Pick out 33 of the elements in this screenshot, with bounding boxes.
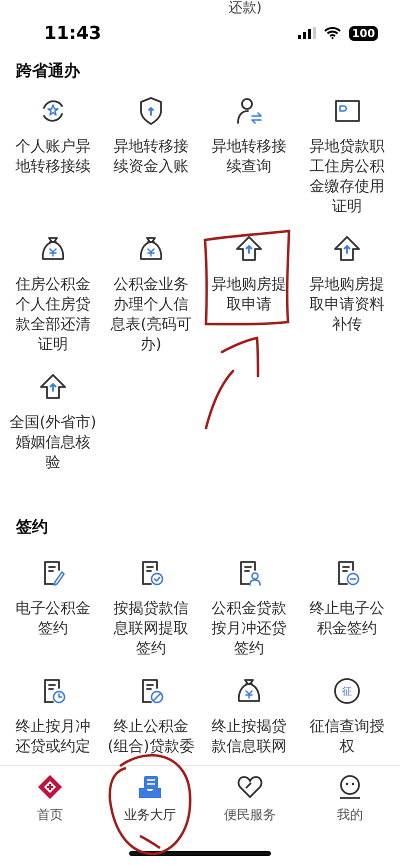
section-title: 跨省通办	[15, 60, 82, 82]
signal-icon	[298, 27, 316, 39]
service-label[interactable]: 终止公积金(组合)贷款委	[107, 716, 195, 756]
service-label[interactable]: 征信查询授权	[303, 716, 391, 756]
wifi-icon	[324, 27, 342, 39]
service-label[interactable]: 终止按揭贷款信息联网	[205, 716, 293, 756]
tab[interactable]: 便民服务	[200, 774, 300, 828]
tab[interactable]: 我的	[300, 774, 400, 828]
service-label[interactable]: 公积金贷款按月冲还贷签约	[205, 598, 293, 658]
heart-icon	[237, 774, 263, 800]
section-title: 签约	[15, 516, 49, 538]
service-label[interactable]: 全国(外省市)婚姻信息核验	[9, 412, 97, 472]
battery-level: 100	[349, 26, 378, 40]
service-label[interactable]: 异地转移接续资金入账	[107, 136, 195, 176]
tab[interactable]: 业务大厅	[100, 774, 200, 828]
service-label[interactable]: 电子公积金签约	[9, 598, 97, 638]
service-label[interactable]: 异地购房提取申请资料补传	[303, 274, 391, 334]
service-label[interactable]: 终止按月冲还贷或约定	[9, 716, 97, 756]
service-label[interactable]: 公积金业务办理个人信息表(亮码可办)	[107, 274, 195, 354]
inbox-icon	[137, 774, 163, 800]
smiley-icon	[337, 774, 363, 800]
service-label[interactable]: 异地转移接续查询	[205, 136, 293, 176]
status-time: 11:43	[44, 22, 102, 46]
service-label[interactable]: 按揭贷款信息联网提取签约	[107, 598, 195, 658]
service-label[interactable]: 住房公积金个人住房贷款全部还清证明	[9, 274, 97, 354]
service-label[interactable]: 异地贷款职工住房公积金缴存使用证明	[303, 136, 391, 216]
logo-icon	[37, 774, 63, 800]
service-label[interactable]: 终止电子公积金签约	[303, 598, 391, 638]
tab[interactable]: 首页	[0, 774, 100, 828]
scrolled-text: 还款)	[227, 0, 263, 16]
service-label[interactable]: 个人账户异地转移接续	[9, 136, 97, 176]
service-label[interactable]: 异地购房提取申请	[205, 274, 293, 314]
home-indicator[interactable]	[129, 851, 271, 856]
